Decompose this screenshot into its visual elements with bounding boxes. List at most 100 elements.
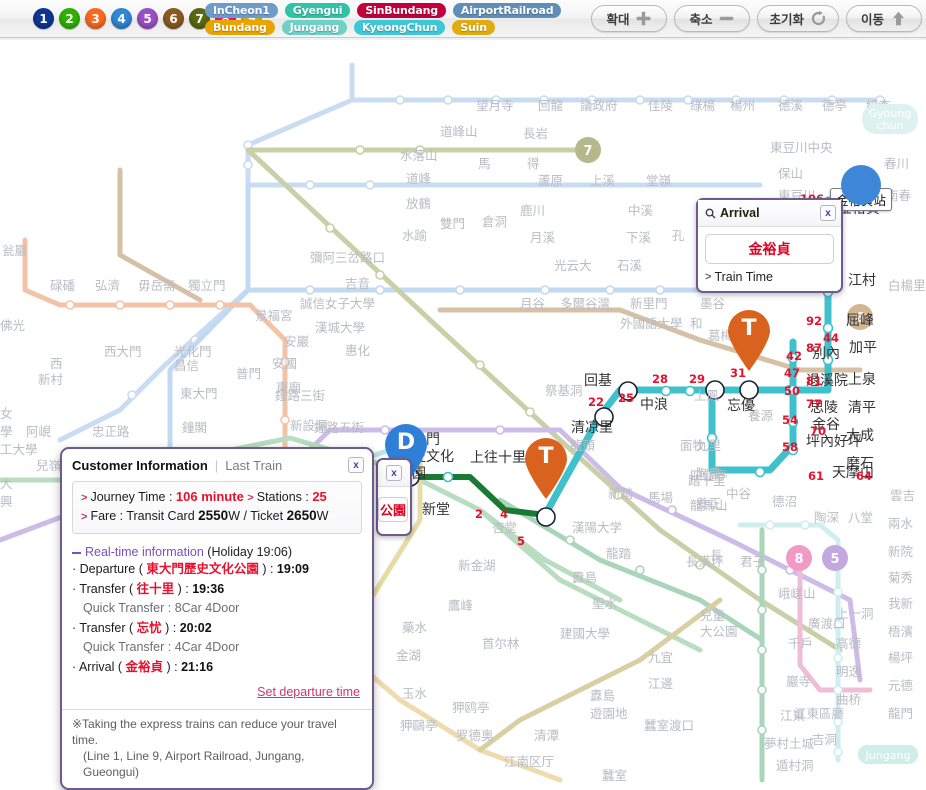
svg-text:7: 7 xyxy=(583,144,592,159)
svg-text:清平: 清平 xyxy=(848,400,876,416)
customer-information-panel[interactable]: Customer Information | Last Train x > Jou… xyxy=(60,447,374,790)
bullet-arrow-icon: > xyxy=(81,492,88,504)
svg-text:景福宮: 景福宮 xyxy=(255,308,293,323)
svg-text:大公園: 大公園 xyxy=(700,624,738,639)
svg-text:巖寺: 巖寺 xyxy=(786,674,811,689)
svg-text:彌阿三岔路口: 彌阿三岔路口 xyxy=(310,250,385,265)
svg-text:4: 4 xyxy=(500,507,508,521)
svg-text:5: 5 xyxy=(517,534,525,548)
row-time: 20:02 xyxy=(179,621,212,635)
customer-info-title: Customer Information xyxy=(72,457,208,473)
move-button[interactable]: 이동 xyxy=(846,5,922,32)
line-group-badge-jungang[interactable]: Jungang xyxy=(281,20,348,35)
transit-card-label: Transit Card xyxy=(126,509,195,523)
customer-info-close-icon[interactable]: x xyxy=(348,457,364,473)
reset-button[interactable]: 초기화 xyxy=(757,5,839,32)
svg-text:長: 長 xyxy=(710,548,723,563)
svg-text:屈峰: 屈峰 xyxy=(846,313,874,329)
svg-text:77: 77 xyxy=(806,397,822,411)
line-group-badge-incheon1[interactable]: InCheon1 xyxy=(205,3,278,18)
svg-text:44: 44 xyxy=(823,331,839,345)
svg-text:楊坪: 楊坪 xyxy=(888,650,913,665)
svg-text:鐘閣: 鐘閣 xyxy=(182,420,207,435)
line-group-badge-sinbundang[interactable]: SinBundang xyxy=(357,3,446,18)
svg-text:放鶴: 放鶴 xyxy=(406,196,431,211)
svg-text:我新: 我新 xyxy=(888,596,913,611)
row-station: 東大門歷史文化公園 xyxy=(146,561,259,576)
line-badge-2[interactable]: 2 xyxy=(59,8,80,29)
svg-text:新設洞: 新設洞 xyxy=(290,418,328,433)
arrival-popup-close-icon[interactable]: x xyxy=(820,205,836,221)
svg-text:漢陽大学: 漢陽大学 xyxy=(572,520,622,535)
row-label: Transfer ( xyxy=(79,582,137,596)
realtime-row-1: · Transfer ( 往十里 ) : 19:36 xyxy=(72,579,362,599)
line-group-badge-gyengui[interactable]: Gyengui xyxy=(284,3,351,18)
departure-popup-header: x xyxy=(378,460,410,487)
map-controls: 확대 축소 초기화 이동 xyxy=(591,5,922,32)
svg-text:峨嵯山: 峨嵯山 xyxy=(778,586,816,601)
svg-text:新堂: 新堂 xyxy=(422,502,450,518)
departure-station-name: 公園 xyxy=(378,496,408,522)
svg-text:孔: 孔 xyxy=(672,228,685,243)
last-train-tab[interactable]: Last Train xyxy=(225,458,348,473)
svg-text:金湖: 金湖 xyxy=(396,648,421,663)
departure-popup-close-icon[interactable]: x xyxy=(386,465,402,481)
line-badge-5[interactable]: 5 xyxy=(137,8,158,29)
row-close: ) : xyxy=(174,582,193,596)
svg-text:夢村土城: 夢村土城 xyxy=(764,736,815,751)
svg-text:新踏: 新踏 xyxy=(608,486,634,501)
svg-text:道峰: 道峰 xyxy=(406,171,432,186)
svg-text:墨谷: 墨谷 xyxy=(700,296,726,311)
svg-text:狎鷗亭: 狎鷗亭 xyxy=(400,718,438,733)
svg-text:50: 50 xyxy=(784,384,800,398)
footer-line-1: ※Taking the express trains can reduce yo… xyxy=(72,717,337,747)
svg-text:元德: 元德 xyxy=(888,678,914,693)
arrival-popup-title: Arrival xyxy=(720,206,760,220)
set-departure-time-link[interactable]: Set departure time xyxy=(257,685,360,699)
svg-text:君子: 君子 xyxy=(740,554,765,569)
train-time-link[interactable]: > Train Time xyxy=(705,270,834,284)
svg-text:西大門: 西大門 xyxy=(104,344,142,359)
svg-text:光云大: 光云大 xyxy=(554,258,592,273)
arrival-popup[interactable]: Arrival x 金裕貞 > Train Time xyxy=(696,198,843,293)
reset-icon xyxy=(811,10,826,26)
line-group-badge-kyeongchun[interactable]: KyeongChun xyxy=(354,20,446,35)
line-group-badge-suin[interactable]: Suin xyxy=(452,20,495,35)
svg-text:92: 92 xyxy=(806,314,822,328)
line-badge-4[interactable]: 4 xyxy=(111,8,132,29)
svg-text:陶深: 陶深 xyxy=(814,510,839,525)
svg-text:下溪: 下溪 xyxy=(626,230,652,245)
svg-text:普門: 普門 xyxy=(236,366,261,381)
svg-text:堂嶺: 堂嶺 xyxy=(646,173,672,188)
svg-text:上泉: 上泉 xyxy=(848,371,876,388)
fare-label: Fare xyxy=(90,509,117,523)
svg-text:罗德奥: 罗德奥 xyxy=(456,728,494,743)
journey-summary-row-2: > Fare : Transit Card 2550W / Ticket 2650… xyxy=(81,507,353,526)
transfer-pin-1-label: T xyxy=(538,444,554,469)
zoom-out-button[interactable]: 축소 xyxy=(674,5,751,32)
transfer-pin-2[interactable]: T xyxy=(726,310,772,372)
svg-text:蘆原: 蘆原 xyxy=(538,173,563,188)
line-badge-3[interactable]: 3 xyxy=(85,8,106,29)
svg-text:春川: 春川 xyxy=(884,156,909,171)
line-badge-6[interactable]: 6 xyxy=(163,8,184,29)
svg-text:中浪: 中浪 xyxy=(640,397,668,413)
line-group-badge-bundang[interactable]: Bundang xyxy=(205,20,275,35)
svg-text:獨立門: 獨立門 xyxy=(188,278,226,293)
svg-text:64: 64 xyxy=(856,469,872,483)
transfer-pin-1[interactable]: T xyxy=(523,438,569,500)
svg-text:鹿川: 鹿川 xyxy=(520,203,545,218)
departure-popup[interactable]: x 公園 xyxy=(376,458,412,536)
row-label: Transfer ( xyxy=(79,621,137,635)
svg-text:九里: 九里 xyxy=(696,438,721,453)
dash-icon xyxy=(72,551,81,554)
realtime-row-3: · Arrival ( 金裕貞 ) : 21:16 xyxy=(72,657,362,677)
svg-text:德溪: 德溪 xyxy=(778,98,804,113)
line-group-badge-airportrailroad[interactable]: AirportRailroad xyxy=(452,3,562,18)
minus-icon xyxy=(720,16,734,21)
line-badge-1[interactable]: 1 xyxy=(33,8,54,29)
svg-text:東廟: 東廟 xyxy=(276,380,301,395)
svg-text:新村: 新村 xyxy=(38,372,64,387)
zoom-in-button[interactable]: 확대 xyxy=(591,5,668,32)
svg-text:德沼: 德沼 xyxy=(772,494,797,509)
